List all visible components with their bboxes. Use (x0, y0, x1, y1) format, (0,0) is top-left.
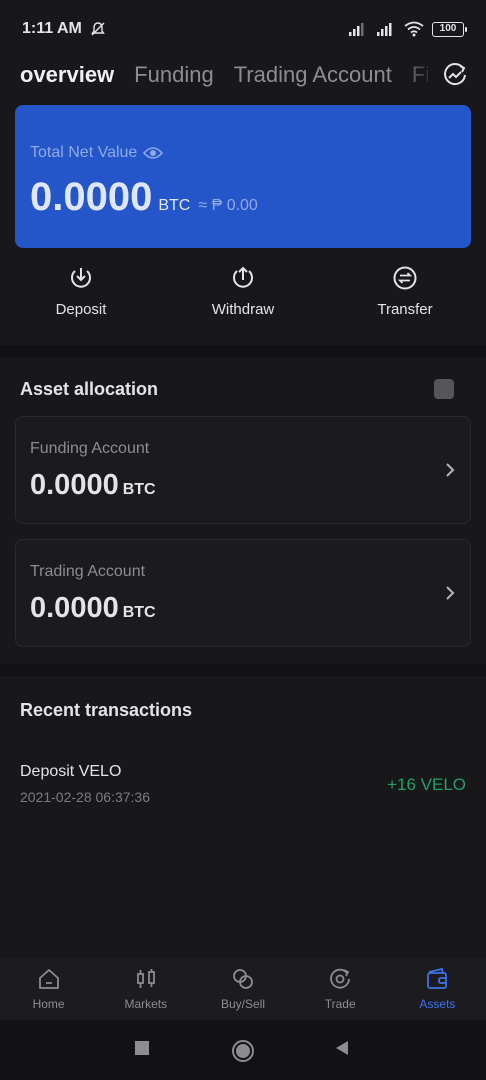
signal-icon-2 (377, 23, 392, 36)
status-left: 1:11 AM (22, 20, 106, 38)
battery-indicator: 100 (432, 21, 467, 37)
total-net-value-card: Total Net Value 0.0000 BTC ≈ ₱ 0.00 (15, 105, 471, 248)
withdraw-label: Withdraw (211, 301, 275, 318)
allocation-chart-toggle[interactable] (434, 379, 454, 399)
section-divider (0, 345, 486, 357)
tabs-fade (398, 58, 438, 92)
net-value-fiat: ≈ ₱ 0.00 (198, 197, 258, 214)
net-value-label-row: Total Net Value (30, 144, 164, 162)
transfer-label: Transfer (377, 301, 433, 318)
transaction-date: 2021-02-28 06:37:36 (20, 789, 150, 805)
bottom-navigation: Home Markets Buy/Sell Trade Assets (0, 958, 486, 1020)
withdraw-button[interactable]: Withdraw (162, 265, 324, 335)
status-bar: 1:11 AM 100 (0, 0, 486, 58)
signal-icon (349, 23, 364, 36)
candlestick-icon (136, 969, 155, 988)
net-value-unit: BTC (158, 197, 191, 214)
chevron-right-icon (446, 463, 455, 477)
deposit-icon (71, 268, 91, 288)
home-circle-icon[interactable] (231, 1039, 255, 1063)
back-triangle-icon[interactable] (334, 1040, 350, 1056)
section-divider (0, 664, 486, 676)
asset-allocation-title: Asset allocation (20, 379, 159, 399)
nav-trade-label: Trade (324, 997, 356, 1011)
tab-funding[interactable]: Funding (134, 62, 214, 88)
trading-account-card[interactable]: Trading Account 0.0000 BTC (15, 539, 471, 647)
net-value-row: 0.0000 BTC ≈ ₱ 0.00 (30, 175, 258, 220)
system-navigation-bar (0, 1020, 486, 1080)
asset-actions: Deposit Withdraw Transfer (0, 265, 486, 335)
transaction-row[interactable]: Deposit VELO 2021-02-28 06:37:36 +16 VEL… (0, 755, 486, 815)
nav-home[interactable]: Home (0, 958, 97, 1020)
tab-trading-account[interactable]: Trading Account (234, 62, 392, 88)
deposit-label: Deposit (55, 301, 107, 318)
nav-markets-label: Markets (124, 997, 168, 1011)
eye-icon[interactable] (143, 146, 164, 160)
transfer-icon (393, 266, 417, 290)
nav-home-label: Home (32, 997, 65, 1011)
recents-square-icon[interactable] (134, 1040, 150, 1056)
deposit-button[interactable]: Deposit (0, 265, 162, 335)
status-right: 100 (348, 21, 467, 37)
nav-trade[interactable]: Trade (292, 958, 389, 1020)
nav-assets-label: Assets (419, 997, 456, 1011)
account-name: Trading Account (30, 563, 146, 580)
nav-buy-sell[interactable]: Buy/Sell (194, 958, 291, 1020)
withdraw-icon (233, 266, 253, 288)
transaction-title: Deposit VELO (20, 763, 122, 780)
coins-icon (233, 969, 253, 989)
account-amount: 0.0000 (30, 592, 119, 624)
account-tabs: overview Funding Trading Account Fi (0, 58, 486, 92)
funding-account-card[interactable]: Funding Account 0.0000 BTC (15, 416, 471, 524)
tab-overview[interactable]: overview (20, 62, 114, 88)
wifi-icon (404, 21, 424, 37)
home-icon (38, 969, 59, 989)
account-value: 0.0000 BTC (30, 469, 156, 502)
nav-buy-sell-label: Buy/Sell (220, 997, 266, 1011)
net-value-amount: 0.0000 (30, 175, 153, 219)
account-unit: BTC (122, 481, 156, 498)
recent-transactions-title: Recent transactions (20, 700, 193, 720)
tab-strip: overview Funding Trading Account Fi (0, 62, 428, 88)
muted-bell-icon (90, 22, 105, 36)
trade-icon (330, 968, 351, 989)
account-value: 0.0000 BTC (30, 592, 156, 625)
pnl-analysis-icon[interactable] (442, 62, 468, 88)
nav-assets[interactable]: Assets (389, 958, 486, 1020)
wallet-icon (427, 967, 448, 989)
account-name: Funding Account (30, 440, 150, 457)
status-time: 1:11 AM (22, 20, 82, 37)
account-amount: 0.0000 (30, 469, 119, 501)
chevron-right-icon (446, 586, 455, 600)
account-unit: BTC (122, 604, 156, 621)
net-value-label: Total Net Value (30, 144, 138, 161)
nav-markets[interactable]: Markets (97, 958, 194, 1020)
transaction-amount: +16 VELO (387, 775, 466, 794)
transfer-button[interactable]: Transfer (324, 265, 486, 335)
